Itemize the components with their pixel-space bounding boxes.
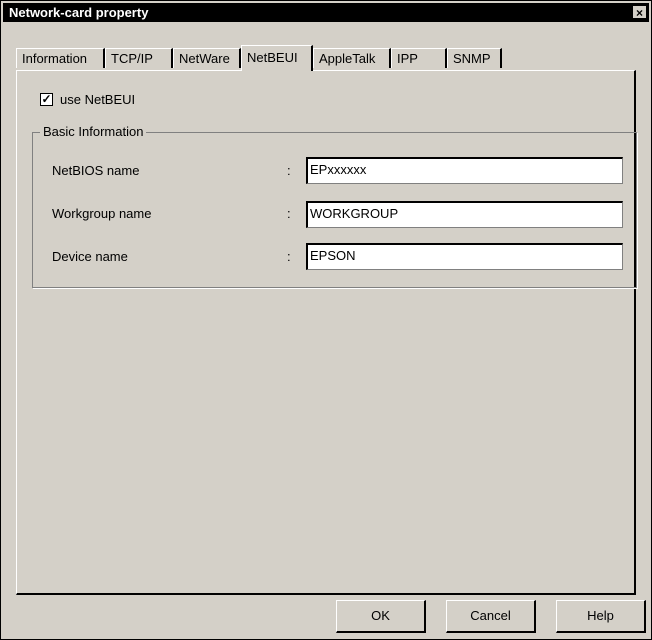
help-button[interactable]: Help [556,600,646,633]
tab-snmp[interactable]: SNMP [447,48,502,68]
window-title: Network-card property [9,5,149,20]
tab-ipp[interactable]: IPP [391,48,447,68]
close-icon[interactable]: × [632,5,647,20]
tab-netbeui[interactable]: NetBEUI [241,45,313,71]
workgroup-name-label: Workgroup name [52,206,152,221]
title-bar[interactable]: Network-card property × [3,3,649,22]
device-name-label: Device name [52,249,128,264]
device-name-colon: : [287,249,291,264]
tab-appletalk[interactable]: AppleTalk [313,48,391,68]
basic-information-title: Basic Information [40,124,147,139]
use-netbeui-label[interactable]: use NetBEUI [60,92,135,107]
tab-netware[interactable]: NetWare [173,48,241,68]
workgroup-name-field[interactable]: WORKGROUP [306,201,623,228]
netbios-name-colon: : [287,163,291,178]
tab-information[interactable]: Information [16,48,105,68]
netbios-name-label: NetBIOS name [52,163,140,178]
cancel-button[interactable]: Cancel [446,600,536,633]
device-name-field[interactable]: EPSON [306,243,623,270]
netbios-name-field[interactable]: EPxxxxxx [306,157,623,184]
workgroup-name-colon: : [287,206,291,221]
tab-tcpip[interactable]: TCP/IP [105,48,173,68]
ok-button[interactable]: OK [336,600,426,633]
use-netbeui-checkbox[interactable]: ✓ [40,93,53,106]
